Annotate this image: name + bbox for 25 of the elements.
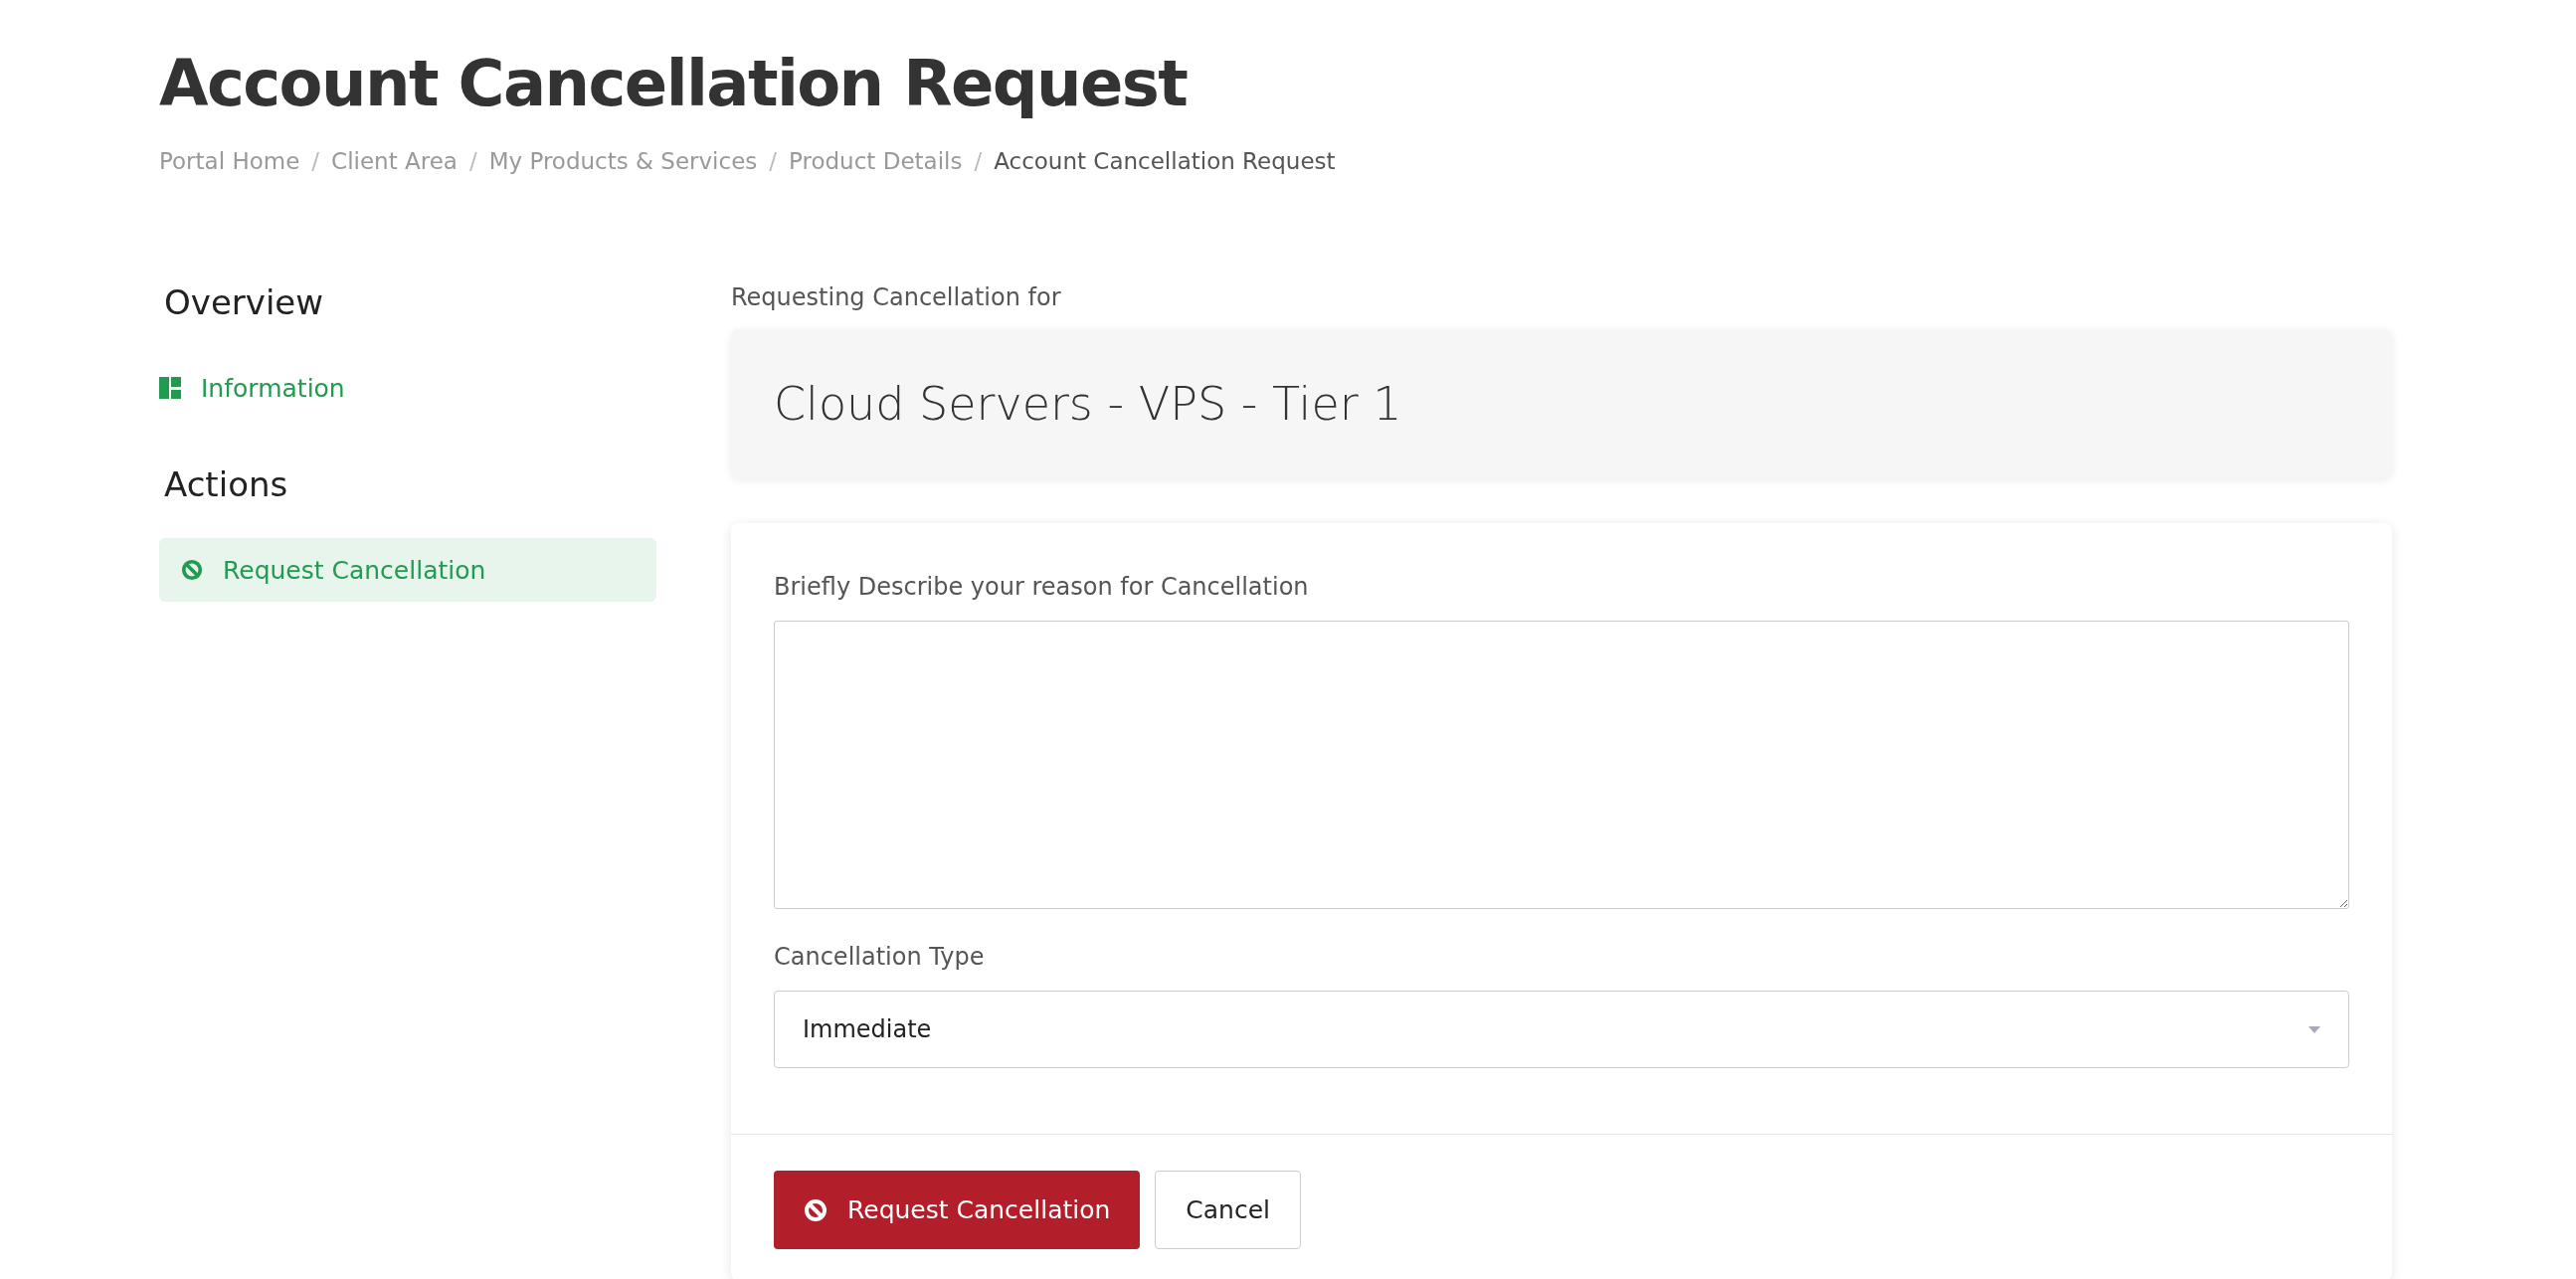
sidebar-item[interactable]: Information bbox=[159, 356, 656, 421]
sidebar-item[interactable]: Request Cancellation bbox=[159, 538, 656, 603]
ban-icon bbox=[804, 1197, 828, 1222]
breadcrumb-link[interactable]: Client Area bbox=[331, 143, 458, 179]
dashboard-icon bbox=[159, 377, 181, 400]
caret-icon bbox=[2308, 1025, 2320, 1033]
breadcrumb-link[interactable]: Portal Home bbox=[159, 143, 300, 179]
sidebar-heading: Overview bbox=[163, 281, 325, 325]
ban-icon bbox=[181, 559, 203, 582]
field-label: Briefly Describe your reason for Cancellation bbox=[774, 572, 1310, 604]
breadcrumb-separator: / bbox=[311, 146, 320, 176]
page-title: Account Cancellation Request bbox=[159, 46, 1189, 122]
field-label: Cancellation Type bbox=[774, 942, 986, 974]
cancel-button[interactable]: Cancel bbox=[1155, 1171, 1302, 1250]
breadcrumb-separator: / bbox=[769, 146, 778, 176]
breadcrumb-separator: / bbox=[974, 146, 983, 176]
caption: Requesting Cancellation for bbox=[731, 282, 1062, 314]
sidebar-heading: Actions bbox=[163, 463, 289, 507]
reason-field[interactable] bbox=[774, 621, 2349, 910]
product-name: Cloud Servers - VPS - Tier 1 bbox=[774, 375, 1402, 433]
request-cancellation-button[interactable]: Request Cancellation bbox=[774, 1171, 1141, 1250]
breadcrumb-separator: / bbox=[468, 146, 477, 176]
breadcrumb-link[interactable]: Product Details bbox=[789, 143, 963, 179]
type-select[interactable]: Immediate bbox=[774, 991, 2349, 1069]
breadcrumb-link[interactable]: My Products & Services bbox=[488, 143, 758, 179]
